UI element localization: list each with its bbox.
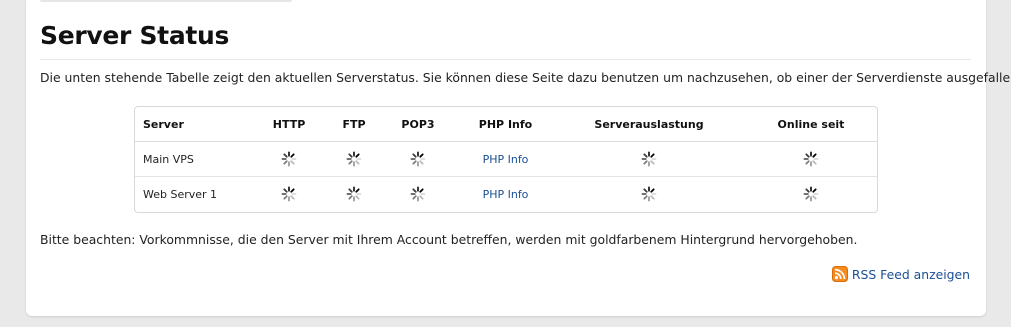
php-info-link[interactable]: PHP Info <box>483 188 529 201</box>
rss-feed-link[interactable]: RSS Feed anzeigen <box>831 266 970 282</box>
server-status-panel: Server Status Die unten stehende Tabelle… <box>26 0 1011 316</box>
column-header-http: HTTP <box>248 107 330 142</box>
loading-spinner-icon <box>803 186 819 202</box>
column-header-pop3: POP3 <box>378 107 458 142</box>
server-name: Main VPS <box>135 141 248 177</box>
column-header-server: Server <box>135 107 248 142</box>
table-header-row: Server HTTP FTP POP3 PHP Info Serverausl… <box>135 107 877 142</box>
rss-feed-label: RSS Feed anzeigen <box>851 266 970 282</box>
rss-icon <box>831 266 848 282</box>
loading-spinner-icon <box>641 186 657 202</box>
notice-text: Bitte beachten: Vorkommnisse, die den Se… <box>40 232 858 247</box>
server-name: Web Server 1 <box>143 187 218 201</box>
loading-spinner-icon <box>281 186 297 202</box>
table-row: Main VPS PHP Info <box>135 141 877 177</box>
column-header-online-since: Online seit <box>745 107 877 142</box>
intro-text: Die unten stehende Tabelle zeigt den akt… <box>40 70 1011 85</box>
table-row: Web Server 1 PHP Info <box>135 177 877 212</box>
loading-spinner-icon <box>641 151 657 167</box>
page-title: Server Status <box>40 21 230 50</box>
title-divider <box>40 59 971 60</box>
loading-spinner-icon <box>410 151 426 167</box>
loading-spinner-icon <box>346 186 362 202</box>
column-header-ftp: FTP <box>330 107 378 142</box>
column-header-php-info: PHP Info <box>458 107 553 142</box>
loading-spinner-icon <box>346 151 362 167</box>
column-header-server-load: Serverauslastung <box>553 107 745 142</box>
php-info-link[interactable]: PHP Info <box>483 153 529 166</box>
loading-spinner-icon <box>803 151 819 167</box>
loading-spinner-icon <box>281 151 297 167</box>
top-divider <box>40 0 292 2</box>
loading-spinner-icon <box>410 186 426 202</box>
server-status-table: Server HTTP FTP POP3 PHP Info Serverausl… <box>134 106 878 213</box>
